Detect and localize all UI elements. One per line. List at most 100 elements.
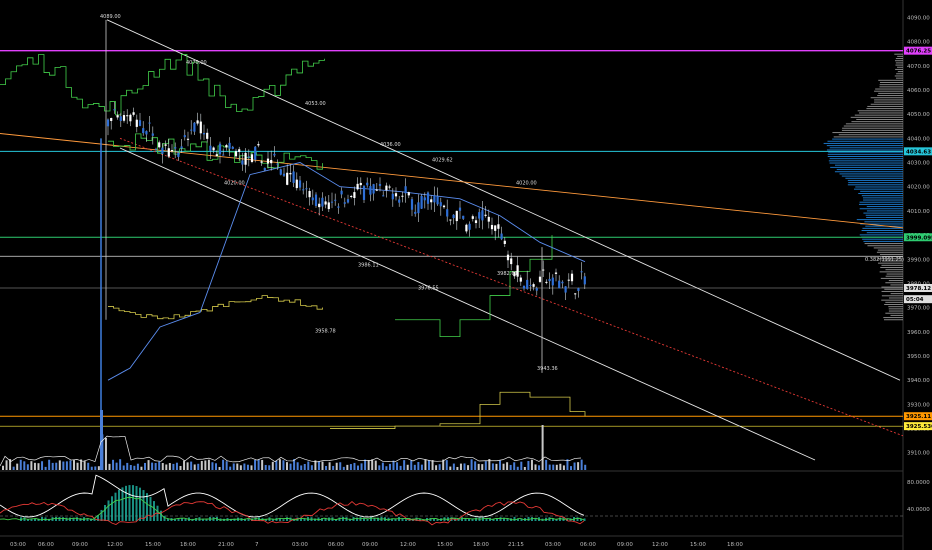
profile-bar xyxy=(883,317,903,319)
profile-bar xyxy=(880,267,903,269)
candle-body xyxy=(372,184,375,194)
volume-bar xyxy=(335,462,338,470)
candle-body xyxy=(241,160,244,165)
profile-bar xyxy=(876,251,903,253)
profile-bar xyxy=(838,134,903,136)
volume-bar xyxy=(385,466,388,470)
profile-bar xyxy=(895,77,903,79)
volume-bar xyxy=(438,464,441,470)
volume-bar xyxy=(559,463,562,470)
profile-bar xyxy=(889,297,903,299)
profile-bar xyxy=(863,212,903,214)
oscillator-histogram xyxy=(135,486,138,521)
profile-bar xyxy=(862,227,903,229)
y-axis-tick: 4080.00 xyxy=(907,40,930,46)
profile-bar xyxy=(878,92,903,94)
oscillator-histogram xyxy=(86,518,89,521)
candle-body xyxy=(564,286,567,293)
candle-body xyxy=(404,186,407,194)
candle-body xyxy=(170,150,174,152)
volume-bar xyxy=(349,464,352,470)
price-tag-text: 05:04 xyxy=(906,297,924,303)
volume-bar xyxy=(317,461,320,470)
volume-bar xyxy=(552,464,555,470)
channel-lower-line xyxy=(119,147,816,461)
x-axis-tick: 18:00 xyxy=(727,542,743,548)
candle-body xyxy=(151,133,154,136)
candle-body xyxy=(308,190,311,198)
oscillator-histogram xyxy=(373,518,376,521)
candle-body xyxy=(430,199,433,203)
oscillator-histogram xyxy=(104,505,106,521)
candle-body xyxy=(225,145,228,148)
candle-body xyxy=(318,203,321,208)
candle-body xyxy=(129,114,132,122)
channel-upper-line xyxy=(106,19,901,381)
candle-body xyxy=(350,196,353,198)
volume-bar xyxy=(491,463,494,470)
x-axis-tick: 18:00 xyxy=(180,542,196,548)
candle-body xyxy=(398,199,401,203)
candle-body xyxy=(356,183,359,190)
chart-background xyxy=(0,0,904,550)
candle-body xyxy=(154,148,158,150)
yellow-indicator xyxy=(108,295,323,320)
candle-body xyxy=(311,197,314,201)
volume-bar xyxy=(541,425,544,470)
volume-bar xyxy=(502,463,505,470)
candle-body xyxy=(142,128,145,134)
candle-body xyxy=(116,115,119,118)
profile-bar xyxy=(874,101,903,103)
profile-bar xyxy=(832,138,903,140)
candle-body xyxy=(583,276,586,285)
candle-body xyxy=(410,199,414,210)
oscillator-histogram xyxy=(177,519,180,521)
candle-body xyxy=(497,224,500,229)
volume-bar xyxy=(353,462,356,470)
oscillator-histogram xyxy=(576,517,579,521)
volume-bar xyxy=(374,460,377,470)
price-chart[interactable]: 4090.00 4080.00 4070.00 4060.00 4050.00 4040.… xyxy=(0,0,932,550)
volume-bar xyxy=(495,463,498,470)
volume-bar xyxy=(381,462,384,470)
volume-bar xyxy=(452,463,455,470)
volume-bar xyxy=(44,466,47,470)
price-annotation: 4089.00 xyxy=(100,14,121,20)
volume-bar xyxy=(76,462,79,470)
profile-bar xyxy=(830,166,903,168)
candle-body xyxy=(455,210,458,222)
volume-bar xyxy=(172,463,175,470)
candle-body xyxy=(458,207,462,211)
candle-body xyxy=(446,209,449,217)
volume-bar xyxy=(51,462,54,470)
candle-body xyxy=(126,115,129,117)
volume-bar xyxy=(58,460,61,470)
oscillator-histogram xyxy=(153,501,155,521)
x-axis-tick: 21:00 xyxy=(218,542,234,548)
profile-bar xyxy=(829,158,903,160)
volume-bar xyxy=(513,462,516,470)
candle-body xyxy=(289,173,292,175)
candle-body xyxy=(122,115,126,121)
volume-bar xyxy=(197,463,200,470)
profile-bar xyxy=(886,273,903,275)
candle-body xyxy=(119,116,122,122)
volume-bar xyxy=(445,460,448,470)
candlesticks[interactable] xyxy=(100,19,586,417)
volume-bar xyxy=(278,459,281,470)
volume-bar xyxy=(2,465,4,470)
profile-bar xyxy=(890,314,903,316)
candle-body xyxy=(554,272,558,274)
profile-bar xyxy=(854,114,903,116)
volume-bar xyxy=(424,459,427,470)
y-axis-tick: 4060.00 xyxy=(907,88,930,94)
candle-body xyxy=(478,212,481,219)
volume-bar xyxy=(406,464,409,470)
volume-bar xyxy=(321,461,324,470)
candle-body xyxy=(532,284,535,287)
volume-bar xyxy=(399,465,402,470)
volume-bar xyxy=(470,459,473,470)
candle-body xyxy=(228,142,231,149)
profile-bar xyxy=(874,90,903,92)
candle-body xyxy=(545,281,548,283)
